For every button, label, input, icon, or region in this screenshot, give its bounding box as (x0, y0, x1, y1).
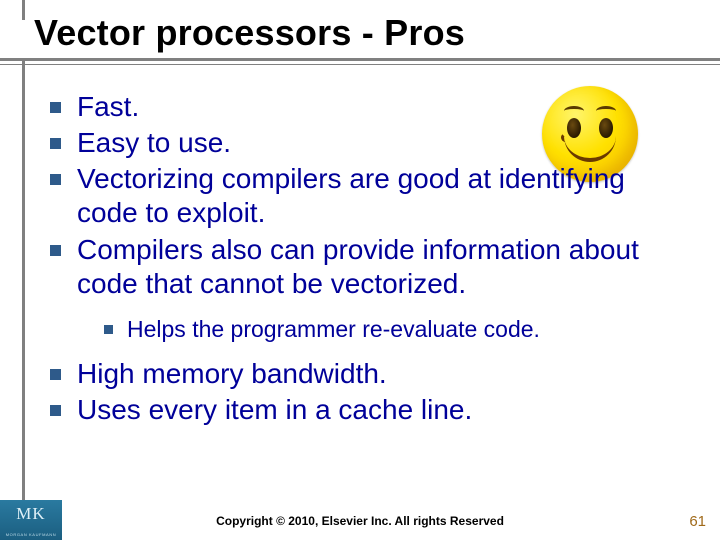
bullet-text: Uses every item in a cache line. (77, 393, 680, 427)
bullet-icon (50, 369, 61, 380)
title-rule-thin (0, 64, 720, 65)
bullet-icon (50, 102, 61, 113)
logo-subtext: MORGAN KAUFMANN (0, 532, 62, 537)
bullet-text: Helps the programmer re-evaluate code. (127, 315, 680, 343)
bullet-text: Compilers also can provide information a… (77, 233, 680, 301)
bullet-icon (50, 138, 61, 149)
logo-initials: MK (0, 504, 62, 524)
bullet-icon (50, 405, 61, 416)
sub-list: Helps the programmer re-evaluate code. (104, 315, 680, 343)
list-item: Compilers also can provide information a… (50, 233, 680, 301)
bullet-icon (104, 325, 113, 334)
list-item: High memory bandwidth. (50, 357, 680, 391)
page-number: 61 (689, 513, 706, 530)
title-area: Vector processors - Pros (0, 0, 720, 72)
bullet-icon (50, 174, 61, 185)
publisher-logo: MK MORGAN KAUFMANN (0, 500, 62, 540)
copyright-footer: Copyright © 2010, Elsevier Inc. All righ… (0, 514, 720, 528)
list-item: Easy to use. (50, 126, 680, 160)
list-item: Uses every item in a cache line. (50, 393, 680, 427)
bullet-text: Easy to use. (77, 126, 680, 160)
bullet-text: High memory bandwidth. (77, 357, 680, 391)
title-accent-bar (22, 0, 25, 20)
list-item: Helps the programmer re-evaluate code. (104, 315, 680, 343)
title-rule-thick (0, 58, 720, 61)
bullet-text: Vectorizing compilers are good at identi… (77, 162, 680, 230)
slide-body: Fast. Easy to use. Vectorizing compilers… (50, 90, 680, 429)
slide-title: Vector processors - Pros (34, 12, 465, 54)
bullet-text: Fast. (77, 90, 680, 124)
bullet-icon (50, 245, 61, 256)
list-item: Fast. (50, 90, 680, 124)
left-vertical-rule (22, 58, 25, 540)
list-item: Vectorizing compilers are good at identi… (50, 162, 680, 230)
